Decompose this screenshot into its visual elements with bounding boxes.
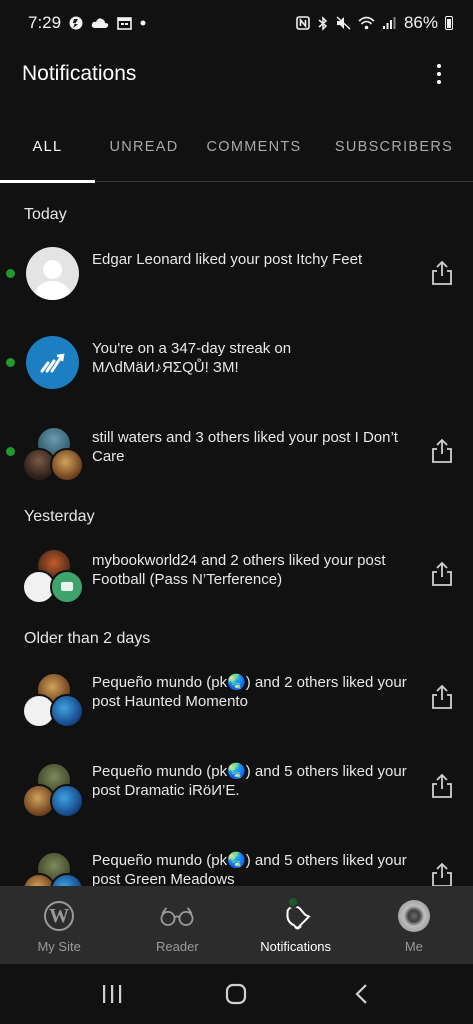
notification-badge [286, 896, 299, 908]
nav-label: Notifications [260, 939, 332, 954]
avatar [50, 694, 84, 728]
nav-label: My Site [37, 939, 81, 954]
notification-item[interactable]: Edgar Leonard liked your post Itchy Feet [0, 236, 473, 316]
section-heading-today: Today [24, 206, 67, 223]
avatar [26, 247, 79, 300]
back-icon[interactable] [341, 974, 381, 1014]
bottom-navigation: W My Site Reader Notifications Me [0, 886, 473, 964]
notification-item[interactable]: mybookworld24 and 2 others liked your po… [0, 536, 473, 616]
tab-comments[interactable]: COMMENTS [193, 112, 315, 182]
avatar [50, 570, 84, 604]
share-icon[interactable] [430, 862, 454, 888]
streak-icon [26, 336, 79, 389]
share-icon[interactable] [430, 684, 454, 710]
filter-tabs: ALL UNREAD COMMENTS SUBSCRIBERS [0, 112, 473, 183]
notification-item[interactable]: Pequeño mundo (pk🌏) and 5 others liked y… [0, 750, 473, 830]
notification-text: mybookworld24 and 2 others liked your po… [92, 552, 386, 588]
section-heading-older: Older than 2 days [24, 630, 151, 647]
notification-item[interactable]: You're on a 347-day streak on MΛdMäИ♪ЯΣQ… [0, 324, 473, 404]
notification-text: Pequeño mundo (pk🌏) and 5 others liked y… [92, 763, 407, 799]
glasses-icon [159, 900, 195, 932]
app-bar: Notifications [0, 46, 473, 102]
avatar [50, 784, 84, 818]
nav-notifications[interactable]: Notifications [237, 886, 355, 964]
nav-label: Me [404, 939, 423, 954]
share-icon[interactable] [430, 561, 454, 587]
calendar-icon [117, 16, 132, 30]
more-options-icon[interactable] [427, 54, 451, 94]
nav-my-site[interactable]: W My Site [0, 886, 118, 964]
nav-label: Reader [156, 939, 199, 954]
signal-icon [382, 16, 397, 30]
unread-indicator [6, 447, 15, 456]
notification-item[interactable]: Pequeño mundo (pk🌏) and 2 others liked y… [0, 660, 473, 740]
notification-item[interactable]: still waters and 3 others liked your pos… [0, 414, 473, 494]
page-title: Notifications [22, 62, 137, 85]
avatar [50, 448, 84, 482]
cloud-icon [91, 17, 109, 29]
unread-indicator [6, 269, 15, 278]
notification-text: Edgar Leonard liked your post Itchy Feet [92, 251, 363, 268]
notification-text: You're on a 347-day streak on MΛdMäИ♪ЯΣQ… [92, 340, 292, 376]
status-bar: 7:29 86% [0, 0, 473, 46]
recent-apps-icon[interactable] [92, 974, 132, 1014]
dot-icon [140, 20, 146, 26]
wifi-icon [358, 16, 375, 30]
avatar [396, 900, 432, 932]
notification-text: still waters and 3 others liked your pos… [92, 429, 398, 465]
nav-me[interactable]: Me [355, 886, 473, 964]
app-notification-icon [69, 16, 83, 30]
status-time: 7:29 [28, 13, 62, 32]
section-heading-yesterday: Yesterday [24, 508, 95, 525]
nfc-icon [296, 16, 310, 30]
tab-all[interactable]: ALL [0, 112, 95, 183]
tab-subscribers[interactable]: SUBSCRIBERS [315, 112, 473, 182]
battery-percent: 86% [403, 13, 438, 32]
share-icon[interactable] [430, 260, 454, 286]
share-icon[interactable] [430, 773, 454, 799]
unread-indicator [6, 358, 15, 367]
mute-icon [336, 16, 351, 30]
tab-unread[interactable]: UNREAD [95, 112, 193, 182]
battery-icon [445, 16, 453, 30]
bluetooth-icon [317, 15, 329, 31]
notification-text: Pequeño mundo (pk🌏) and 5 others liked y… [92, 852, 407, 888]
home-icon[interactable] [216, 974, 256, 1014]
notification-text: Pequeño mundo (pk🌏) and 2 others liked y… [92, 674, 407, 710]
share-icon[interactable] [430, 438, 454, 464]
nav-reader[interactable]: Reader [118, 886, 236, 964]
system-navigation [0, 964, 473, 1024]
wordpress-icon: W [41, 900, 77, 932]
